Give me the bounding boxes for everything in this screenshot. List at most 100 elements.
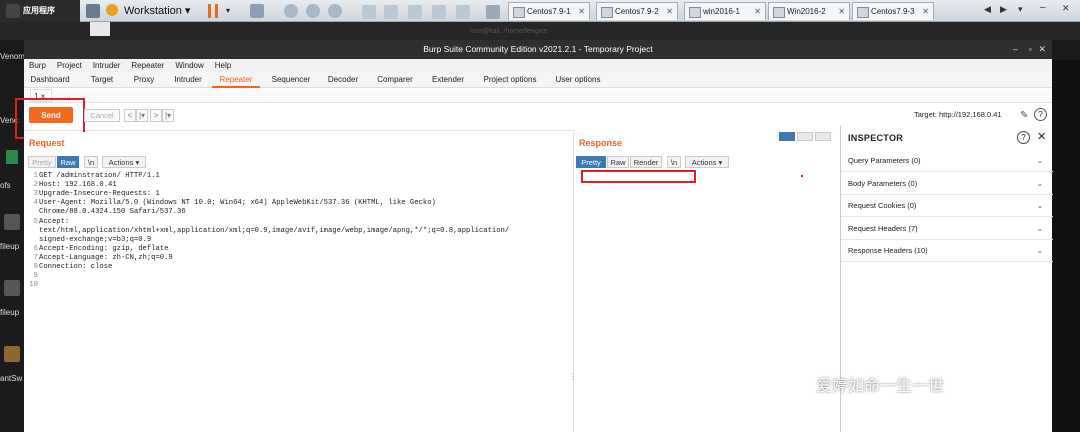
pause-icon[interactable] <box>208 4 218 18</box>
tab-decoder[interactable]: Decoder <box>320 72 366 88</box>
full-screen-icon[interactable] <box>408 5 422 19</box>
tab-extender[interactable]: Extender <box>424 72 472 88</box>
raw-button[interactable]: Raw <box>607 156 629 168</box>
vm-tab-win2016-2[interactable]: Win2016-2 ✕ <box>768 2 850 20</box>
actions-menu[interactable]: Actions ▾ <box>102 156 146 168</box>
tab-target[interactable]: Target <box>80 72 124 88</box>
code-text: Host: 192.168.0.41 <box>39 181 117 190</box>
revert-snapshot-icon[interactable] <box>306 4 320 18</box>
layout-side-by-side-icon[interactable] <box>779 132 795 141</box>
view-full-icon[interactable] <box>384 5 398 19</box>
forward-button[interactable]: > <box>150 109 162 122</box>
vm-tab-win2016-1[interactable]: win2016-1 ✕ <box>684 2 766 20</box>
unity-icon[interactable] <box>432 5 446 19</box>
chevron-down-icon[interactable]: ⌄ <box>1037 240 1043 262</box>
actions-menu[interactable]: Actions ▾ <box>685 156 729 168</box>
desktop-folder-icon[interactable] <box>4 280 20 296</box>
help-icon[interactable]: ? <box>1034 108 1047 121</box>
menu-project[interactable]: Project <box>57 61 82 70</box>
vm-tab-centos7-9-1[interactable]: Centos7.9-1 ✕ <box>508 2 590 20</box>
tab-list-icon[interactable]: ▾ <box>1018 4 1023 15</box>
raw-button[interactable]: Raw <box>57 156 79 168</box>
code-text: Accept-Encoding: gzip, deflate <box>39 244 169 253</box>
code-text: text/html,application/xhtml+xml,applicat… <box>39 226 510 235</box>
view-thumbnails-icon[interactable] <box>456 5 470 19</box>
pretty-button[interactable]: Pretty <box>28 156 56 168</box>
minimize-icon[interactable]: – <box>1013 40 1018 59</box>
close-icon[interactable]: ✕ <box>754 3 761 20</box>
desktop-label: fileup <box>0 308 20 317</box>
applications-menu[interactable]: 应用程序 <box>0 0 80 22</box>
newline-toggle[interactable]: \n <box>84 156 98 168</box>
pause-dropdown-icon[interactable]: ▾ <box>226 6 230 15</box>
chevron-down-icon[interactable]: ⌄ <box>1037 218 1043 240</box>
desktop-app-icon[interactable] <box>4 346 20 362</box>
menu-burp[interactable]: Burp <box>29 61 46 70</box>
tab-dashboard[interactable]: Dashboard <box>28 72 72 88</box>
pretty-button[interactable]: Pretty <box>576 156 606 168</box>
tab-user-options[interactable]: User options <box>548 72 608 88</box>
pin-icon[interactable] <box>86 4 100 18</box>
close-icon[interactable]: ✕ <box>922 3 929 20</box>
chevron-down-icon[interactable]: ⌄ <box>1037 150 1043 172</box>
close-icon[interactable]: ✕ <box>838 3 845 20</box>
inspector-row[interactable]: Response Headers (10) ⌄ <box>841 240 1053 262</box>
back-dropdown-button[interactable]: |▾ <box>136 109 148 122</box>
line-number: 2 <box>33 181 38 190</box>
newline-toggle[interactable]: \n <box>667 156 681 168</box>
menu-help[interactable]: Help <box>215 61 231 70</box>
snapshot-icon[interactable] <box>284 4 298 18</box>
snapshot-manager-icon[interactable] <box>328 4 342 18</box>
title-bar: Burp Suite Community Edition v2021.2.1 -… <box>24 40 1052 59</box>
tab-project-options[interactable]: Project options <box>476 72 544 88</box>
close-icon[interactable]: ✕ <box>1037 130 1046 143</box>
help-icon[interactable]: ? <box>1017 131 1030 144</box>
vm-tab-centos7-9-3[interactable]: Centos7.9-3 ✕ <box>852 2 934 20</box>
render-button[interactable]: Render <box>630 156 662 168</box>
cancel-button[interactable]: Cancel <box>84 109 120 122</box>
tab-scroll-right-icon[interactable]: ▶ <box>1000 4 1007 15</box>
code-text: Accept-Language: zh-CN,zh;q=0.9 <box>39 253 173 262</box>
inspector-row[interactable]: Query Parameters (0) ⌄ <box>841 150 1053 172</box>
menu-window[interactable]: Window <box>175 61 203 70</box>
close-icon[interactable]: ✕ <box>1062 3 1070 14</box>
maximize-icon[interactable]: ▫ <box>1029 40 1032 59</box>
back-button[interactable]: < <box>124 109 136 122</box>
menu-intruder[interactable]: Intruder <box>93 61 121 70</box>
view-console-icon[interactable] <box>362 5 376 19</box>
inspector-row[interactable]: Request Cookies (0) ⌄ <box>841 195 1053 217</box>
edit-target-icon[interactable]: ✎ <box>1020 110 1028 121</box>
inspector-row[interactable]: Body Parameters (0) ⌄ <box>841 173 1053 195</box>
send-button[interactable]: Send <box>29 107 73 123</box>
desktop-file-icon <box>90 22 110 36</box>
code-text: Connection: close <box>39 263 113 271</box>
tab-sequencer[interactable]: Sequencer <box>266 72 316 88</box>
layout-tabs-icon[interactable] <box>815 132 831 141</box>
chevron-down-icon[interactable]: ⌄ <box>1037 195 1043 217</box>
close-icon[interactable]: ✕ <box>1038 40 1046 59</box>
watermark: 爱婷如命一生一世 <box>792 372 944 396</box>
chevron-down-icon[interactable]: ⌄ <box>1037 173 1043 195</box>
menu-repeater[interactable]: Repeater <box>131 61 164 70</box>
forward-dropdown-button[interactable]: |▾ <box>162 109 174 122</box>
inspector-row[interactable]: Request Headers (7) ⌄ <box>841 218 1053 240</box>
desktop-folder-icon[interactable] <box>4 214 20 230</box>
close-icon[interactable]: ✕ <box>666 3 673 20</box>
target-label[interactable]: Target: http://192.168.0.41 <box>914 110 1002 119</box>
tab-proxy[interactable]: Proxy <box>124 72 164 88</box>
close-icon[interactable]: ✕ <box>578 3 585 20</box>
library-icon[interactable] <box>486 5 500 19</box>
desktop-app-icon[interactable] <box>6 150 18 164</box>
line-number: 1 <box>33 172 38 180</box>
inspector-row-label: Request Headers (7) <box>848 223 918 233</box>
code-text: GET /adminstration/ HTTP/1.1 <box>39 172 160 180</box>
workstation-menu[interactable]: Workstation ▾ <box>124 3 190 19</box>
tab-scroll-left-icon[interactable]: ◀ <box>984 4 991 15</box>
send-ctrl-alt-del-icon[interactable] <box>250 4 264 18</box>
vm-tab-centos7-9-2[interactable]: Centos7.9-2 ✕ <box>596 2 678 20</box>
tab-comparer[interactable]: Comparer <box>372 72 418 88</box>
minimize-icon[interactable]: – <box>1040 2 1046 13</box>
tab-repeater[interactable]: Repeater <box>212 72 260 88</box>
tab-intruder[interactable]: Intruder <box>166 72 210 88</box>
layout-top-bottom-icon[interactable] <box>797 132 813 141</box>
